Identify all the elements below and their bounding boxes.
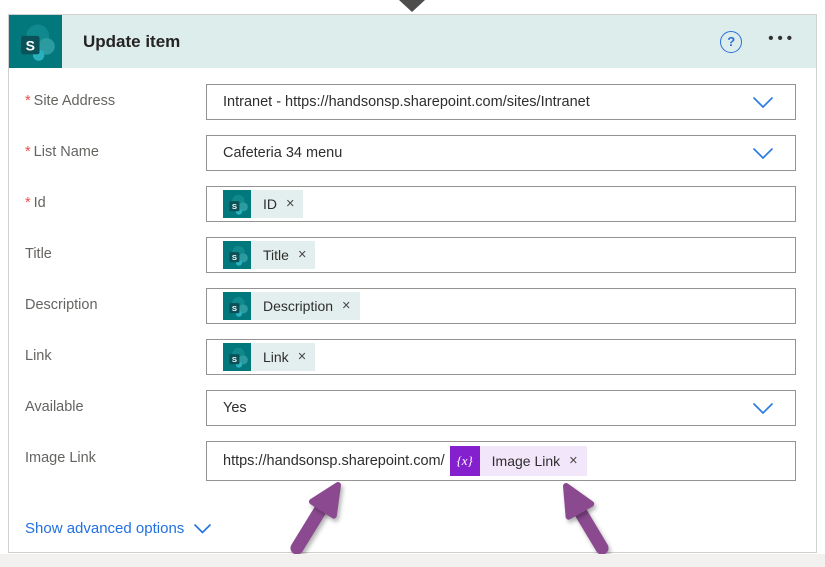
field-label-text: Site Address xyxy=(33,93,116,109)
required-marker: * xyxy=(25,144,31,160)
field-row-description: Description Description × xyxy=(25,288,796,324)
dropdown-value: Cafeteria 34 menu xyxy=(223,145,343,161)
field-label-link: Link xyxy=(25,339,206,375)
token-remove-icon[interactable]: × xyxy=(298,248,306,263)
token-sharepoint-icon xyxy=(223,241,251,269)
token-sharepoint-icon xyxy=(223,190,251,218)
action-title: Update item xyxy=(83,31,181,51)
field-row-list-name: * List Name Cafeteria 34 menu xyxy=(25,135,796,171)
token-label: Description xyxy=(263,298,334,314)
field-label-text: Id xyxy=(33,195,46,211)
field-label-available: Available xyxy=(25,390,206,426)
title-input[interactable]: Title × xyxy=(206,237,796,273)
field-label-text: Available xyxy=(25,399,84,415)
required-marker: * xyxy=(25,93,31,109)
field-row-id: * Id ID × xyxy=(25,186,796,222)
field-label-description: Description xyxy=(25,288,206,324)
show-advanced-options-link[interactable]: Show advanced options xyxy=(25,520,212,537)
dynamic-content-token[interactable]: ID × xyxy=(223,190,304,218)
token-remove-icon[interactable]: × xyxy=(286,197,294,212)
field-label-list-name: * List Name xyxy=(25,135,206,171)
token-sharepoint-icon xyxy=(223,292,251,320)
token-sharepoint-icon xyxy=(223,343,251,371)
link-input[interactable]: Link × xyxy=(206,339,796,375)
flow-connector-arrow-icon xyxy=(399,0,425,12)
show-advanced-options-label: Show advanced options xyxy=(25,520,185,537)
action-card-header[interactable]: Update item ? ••• xyxy=(9,15,816,68)
action-card-body: * Site Address Intranet - https://handson… xyxy=(9,68,816,538)
field-label-title: Title xyxy=(25,237,206,273)
dropdown-value: Intranet - https://handsonsp.sharepoint.… xyxy=(223,94,590,110)
field-label-text: Description xyxy=(25,297,98,313)
page-background-strip xyxy=(0,554,825,567)
token-label: ID xyxy=(263,196,277,212)
required-marker: * xyxy=(25,195,31,211)
sharepoint-connector-icon xyxy=(9,15,62,68)
expression-token[interactable]: {x} Image Link × xyxy=(449,446,587,476)
token-label: Link xyxy=(263,349,289,365)
dynamic-content-token[interactable]: Title × xyxy=(223,241,316,269)
chevron-down-icon[interactable] xyxy=(753,402,773,414)
token-label: Title xyxy=(263,247,289,263)
field-label-text: List Name xyxy=(33,144,99,160)
field-row-title: Title Title × xyxy=(25,237,796,273)
id-input[interactable]: ID × xyxy=(206,186,796,222)
list-name-dropdown[interactable]: Cafeteria 34 menu xyxy=(206,135,796,171)
more-options-icon[interactable]: ••• xyxy=(768,30,796,47)
chevron-down-icon[interactable] xyxy=(753,147,773,159)
field-label-text: Title xyxy=(25,246,52,262)
update-item-action-card: Update item ? ••• * Site Address Intranet… xyxy=(8,14,817,553)
help-icon[interactable]: ? xyxy=(720,30,743,53)
field-row-site-address: * Site Address Intranet - https://handson… xyxy=(25,84,796,120)
dropdown-value: Yes xyxy=(223,400,247,416)
image-link-input[interactable]: https://handsonsp.sharepoint.com/ {x} Im… xyxy=(206,441,796,481)
field-label-text: Link xyxy=(25,348,52,364)
dynamic-content-token[interactable]: Description × xyxy=(223,292,360,320)
field-label-text: Image Link xyxy=(25,450,96,466)
dynamic-content-token[interactable]: Link × xyxy=(223,343,316,371)
chevron-down-icon xyxy=(194,523,212,534)
token-remove-icon[interactable]: × xyxy=(569,454,577,469)
field-row-image-link: Image Link https://handsonsp.sharepoint.… xyxy=(25,441,796,481)
site-address-dropdown[interactable]: Intranet - https://handsonsp.sharepoint.… xyxy=(206,84,796,120)
field-row-available: Available Yes xyxy=(25,390,796,426)
available-dropdown[interactable]: Yes xyxy=(206,390,796,426)
field-label-image-link: Image Link xyxy=(25,441,206,481)
chevron-down-icon[interactable] xyxy=(753,96,773,108)
token-remove-icon[interactable]: × xyxy=(298,350,306,365)
image-link-text-value[interactable]: https://handsonsp.sharepoint.com/ xyxy=(223,453,445,469)
token-remove-icon[interactable]: × xyxy=(342,299,350,314)
expression-fx-icon: {x} xyxy=(449,446,480,476)
field-label-site-address: * Site Address xyxy=(25,84,206,120)
field-label-id: * Id xyxy=(25,186,206,222)
token-label: Image Link xyxy=(491,453,561,469)
field-row-link: Link Link × xyxy=(25,339,796,375)
description-input[interactable]: Description × xyxy=(206,288,796,324)
